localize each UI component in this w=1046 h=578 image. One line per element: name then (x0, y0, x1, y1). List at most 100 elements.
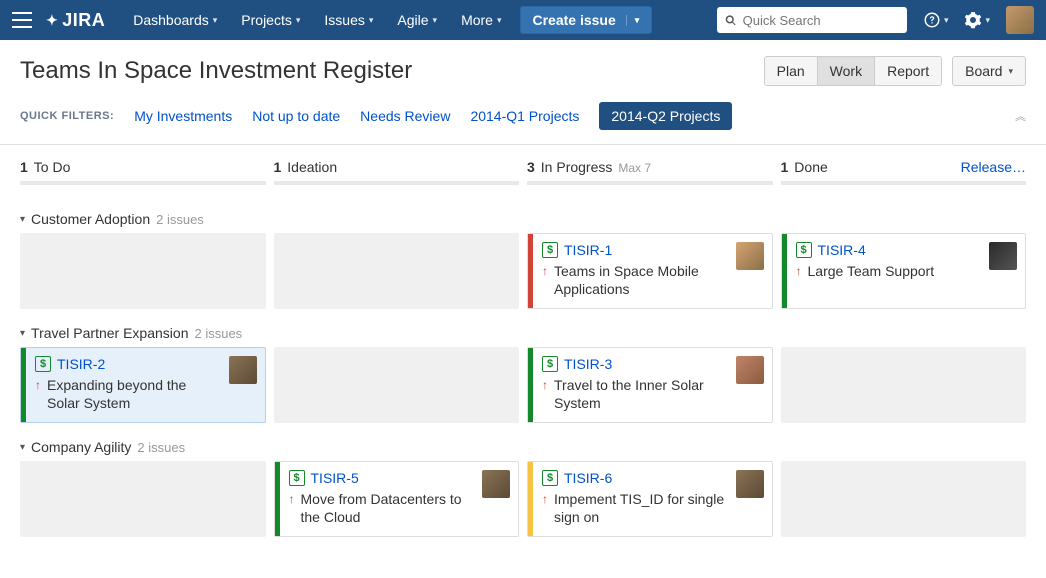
priority-stripe (528, 348, 533, 422)
priority-arrow-icon: ↑ (35, 376, 41, 394)
view-switcher: PlanWorkReport (764, 56, 942, 86)
nav-item-label: Agile (397, 12, 428, 28)
column-done: 1DoneRelease… (781, 159, 1027, 195)
chevron-down-icon: ▾ (20, 214, 25, 225)
filter-2014-q1-projects[interactable]: 2014-Q1 Projects (470, 108, 579, 124)
column-name: To Do (34, 159, 71, 175)
issue-card[interactable]: $TISIR-5↑Move from Datacenters to the Cl… (274, 461, 520, 537)
column-bar (20, 181, 266, 185)
issue-key[interactable]: TISIR-2 (57, 356, 105, 372)
help-button[interactable]: ▾ (923, 11, 949, 29)
nav-item-issues[interactable]: Issues ▾ (314, 6, 383, 34)
chevron-down-icon[interactable]: ▾ (626, 15, 640, 26)
create-issue-button[interactable]: Create issue ▾ (520, 6, 653, 34)
view-plan[interactable]: Plan (765, 57, 818, 85)
swimlane-row: $TISIR-5↑Move from Datacenters to the Cl… (20, 461, 1026, 537)
priority-stripe (21, 348, 26, 422)
empty-cell[interactable] (781, 461, 1027, 537)
release-link[interactable]: Release… (961, 159, 1026, 175)
jira-logo-text: JIRA (62, 10, 105, 31)
gear-icon (964, 11, 982, 29)
quick-filters-label: QUICK FILTERS: (20, 110, 114, 122)
jira-logo[interactable]: ✦ JIRA (46, 10, 105, 31)
issue-card[interactable]: $TISIR-4↑Large Team Support (781, 233, 1027, 309)
empty-cell[interactable] (20, 233, 266, 309)
issue-type-icon: $ (542, 356, 558, 372)
empty-cell[interactable] (274, 233, 520, 309)
filter-2014-q2-projects[interactable]: 2014-Q2 Projects (599, 102, 732, 130)
assignee-avatar[interactable] (736, 356, 764, 384)
nav-item-dashboards[interactable]: Dashboards▾ (123, 6, 227, 34)
nav-item-label: Dashboards (133, 12, 209, 28)
issue-card[interactable]: $TISIR-1↑Teams in Space Mobile Applicati… (527, 233, 773, 309)
chevron-down-icon: ▾ (369, 15, 374, 26)
filter-my-investments[interactable]: My Investments (134, 108, 232, 124)
board: 1To Do1Ideation3In ProgressMax 71DoneRel… (0, 145, 1046, 551)
column-bar (781, 181, 1027, 185)
issue-summary: Large Team Support (808, 262, 935, 280)
board-menu-button[interactable]: Board ▾ (952, 56, 1026, 86)
view-report[interactable]: Report (875, 57, 941, 85)
chevron-down-icon: ▾ (296, 15, 301, 26)
issue-key[interactable]: TISIR-6 (564, 470, 612, 486)
issue-type-icon: $ (542, 470, 558, 486)
column-name: In Progress (541, 159, 613, 175)
chevron-down-icon: ▾ (985, 15, 990, 26)
help-icon (923, 11, 941, 29)
quick-search[interactable] (717, 7, 907, 33)
collapse-filters-icon[interactable]: ︽ (1015, 108, 1026, 124)
column-bar (527, 181, 773, 185)
assignee-avatar[interactable] (736, 470, 764, 498)
column-count: 1 (274, 159, 282, 175)
issue-key[interactable]: TISIR-4 (818, 242, 866, 258)
swimlane-header[interactable]: ▾Travel Partner Expansion2 issues (20, 325, 1026, 341)
assignee-avatar[interactable] (482, 470, 510, 498)
empty-cell[interactable] (781, 347, 1027, 423)
quick-filters: QUICK FILTERS: My Investments Not up to d… (0, 96, 1046, 145)
priority-arrow-icon: ↑ (289, 490, 295, 508)
empty-cell[interactable] (274, 347, 520, 423)
priority-arrow-icon: ↑ (542, 262, 548, 280)
swimlane-name: Company Agility (31, 439, 131, 455)
assignee-avatar[interactable] (229, 356, 257, 384)
assignee-avatar[interactable] (989, 242, 1017, 270)
column-ideation: 1 Ideation (274, 159, 520, 195)
view-work[interactable]: Work (818, 57, 875, 85)
nav-item-label: Issues (324, 12, 364, 28)
swimlane-row: $TISIR-2↑Expanding beyond the Solar Syst… (20, 347, 1026, 423)
priority-arrow-icon: ↑ (542, 490, 548, 508)
issue-key[interactable]: TISIR-5 (311, 470, 359, 486)
empty-cell[interactable] (20, 461, 266, 537)
menu-icon[interactable] (12, 12, 32, 28)
settings-button[interactable]: ▾ (964, 11, 990, 29)
column-limit: Max 7 (618, 161, 651, 175)
nav-item-more[interactable]: More▾ (451, 6, 511, 34)
jira-logo-icon: ✦ (46, 12, 58, 29)
issue-card[interactable]: $TISIR-3↑Travel to the Inner Solar Syste… (527, 347, 773, 423)
column-name: Ideation (287, 159, 337, 175)
filter-needs-review[interactable]: Needs Review (360, 108, 450, 124)
issue-card[interactable]: $ TISIR-6 ↑ Impement TIS_ID for single sign… (527, 461, 773, 537)
issue-card[interactable]: $TISIR-2↑Expanding beyond the Solar Syst… (20, 347, 266, 423)
chevron-down-icon: ▾ (433, 15, 438, 26)
search-input[interactable] (743, 13, 899, 28)
issue-summary: Impement TIS_ID for single sign on (554, 490, 728, 526)
swimlane-count: 2 issues (137, 440, 185, 455)
nav-item-agile[interactable]: Agile ▾ (387, 6, 447, 34)
issue-key[interactable]: TISIR-3 (564, 356, 612, 372)
nav-item-projects[interactable]: Projects▾ (231, 6, 310, 34)
priority-stripe (528, 234, 533, 308)
page-header: Teams In Space Investment Register PlanW… (0, 40, 1046, 96)
board-menu-label: Board (965, 63, 1002, 79)
chevron-down-icon: ▾ (20, 328, 25, 339)
swimlane-header[interactable]: ▾Customer Adoption2 issues (20, 211, 1026, 227)
chevron-down-icon: ▾ (944, 15, 949, 26)
issue-key[interactable]: TISIR-1 (564, 242, 612, 258)
filter-not-up-to-date[interactable]: Not up to date (252, 108, 340, 124)
swimlane-header[interactable]: ▾Company Agility2 issues (20, 439, 1026, 455)
priority-stripe (782, 234, 787, 308)
user-avatar[interactable] (1006, 6, 1034, 34)
column-bar (274, 181, 520, 185)
issue-type-icon: $ (796, 242, 812, 258)
assignee-avatar[interactable] (736, 242, 764, 270)
